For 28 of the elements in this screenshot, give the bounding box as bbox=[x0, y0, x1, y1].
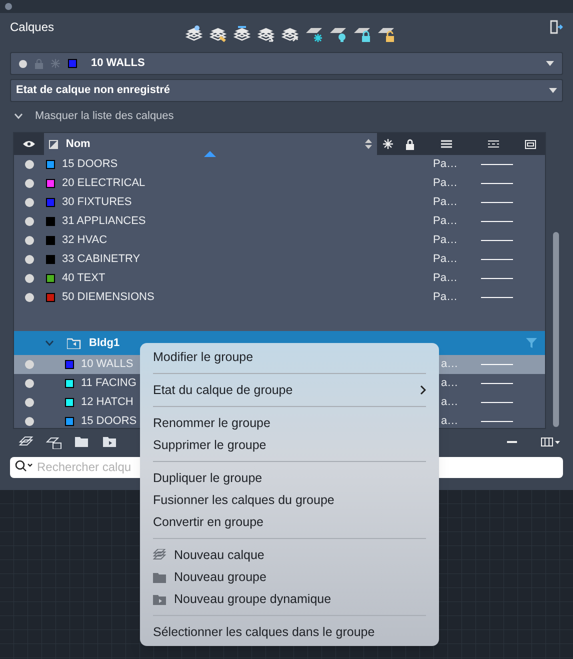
color-name: Pa… bbox=[433, 215, 458, 228]
color-name: Pa… bbox=[433, 177, 458, 190]
color-name: Pa… bbox=[433, 196, 458, 208]
layer-name: 12 HATCH bbox=[81, 395, 134, 410]
layer-name: 20 ELECTRICAL bbox=[62, 176, 146, 192]
layer-name: 31 APPLIANCES bbox=[62, 214, 146, 230]
group-name: Bldg1 bbox=[89, 336, 120, 351]
layer-name: 30 FIXTURES bbox=[62, 195, 132, 210]
layer-state-value: Etat de calque non enregistré bbox=[16, 83, 170, 98]
layer-name: 15 DOORS bbox=[62, 157, 118, 172]
layer-name: 11 FACING bbox=[81, 376, 136, 392]
layer-name: 40 TEXT bbox=[62, 271, 106, 286]
color-name: Pa… bbox=[433, 158, 458, 170]
color-name: Pa… bbox=[433, 272, 458, 284]
color-name: Pa… bbox=[433, 253, 458, 266]
layer-name: 50 DIEMENSIONS bbox=[62, 290, 154, 306]
color-name: a… bbox=[441, 415, 458, 428]
layer-name: 15 DOORS bbox=[81, 414, 137, 428]
layer-name: 33 CABINETRY bbox=[62, 252, 140, 268]
color-name: a… bbox=[441, 377, 458, 390]
color-name: Pa… bbox=[433, 291, 458, 304]
current-layer-name: 10 WALLS bbox=[91, 56, 145, 72]
layer-name: 10 WALLS bbox=[81, 357, 134, 372]
panel-title: Calques bbox=[10, 19, 56, 36]
color-name: Pa… bbox=[433, 234, 458, 246]
color-name: a… bbox=[441, 396, 458, 408]
color-name: a… bbox=[441, 358, 458, 370]
layer-name: 32 HVAC bbox=[62, 233, 108, 248]
